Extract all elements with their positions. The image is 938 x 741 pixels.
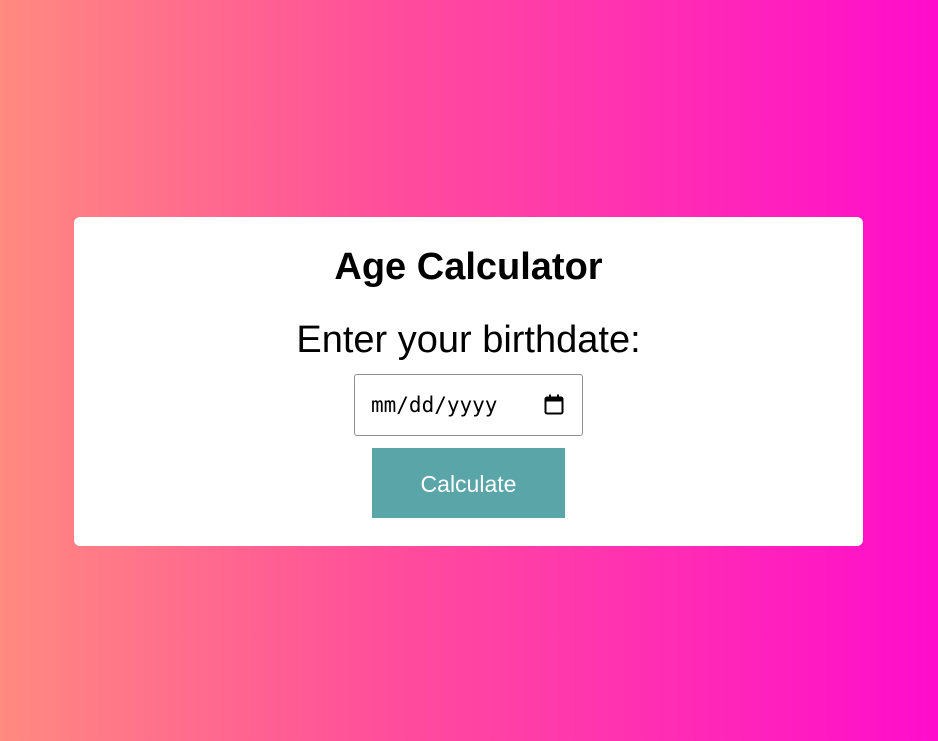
birthdate-placeholder: mm/dd/yyyy xyxy=(371,393,498,417)
page-title: Age Calculator xyxy=(334,246,603,288)
age-calculator-card: Age Calculator Enter your birthdate: mm/… xyxy=(74,217,863,546)
birthdate-prompt: Enter your birthdate: xyxy=(296,319,641,361)
birthdate-input[interactable]: mm/dd/yyyy xyxy=(354,374,583,436)
calculate-button[interactable]: Calculate xyxy=(372,448,565,518)
calendar-icon[interactable] xyxy=(544,394,564,415)
